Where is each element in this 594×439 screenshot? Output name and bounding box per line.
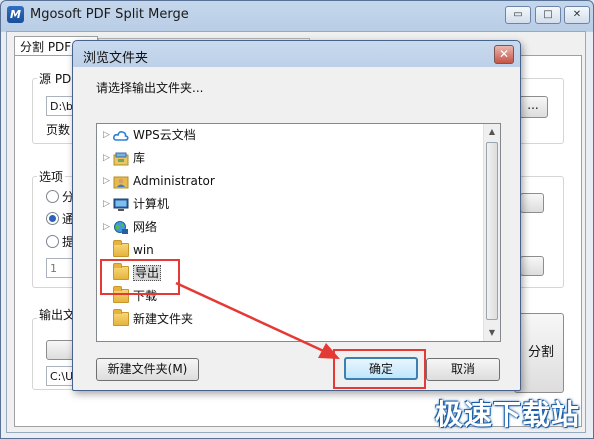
- watermark: 极速下载站: [434, 398, 580, 431]
- annotation-arrow-icon: [175, 281, 340, 359]
